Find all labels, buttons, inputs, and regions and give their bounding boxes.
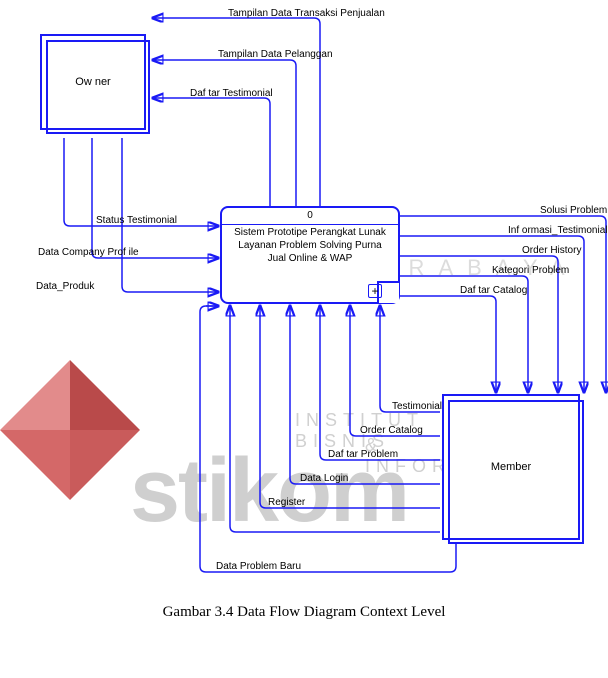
- expand-icon: +: [368, 284, 382, 298]
- flow-label: Daf tar Testimonial: [190, 88, 273, 99]
- flow-label: Kategori Problem: [492, 265, 569, 276]
- flow-label: Order History: [522, 245, 581, 256]
- flow-label: Data Problem Baru: [216, 561, 301, 572]
- flow-label: Status Testimonial: [96, 215, 177, 226]
- flow-label: Solusi Problem: [540, 205, 607, 216]
- flow-label: Data Company Prof ile: [38, 247, 139, 258]
- flow-label: Order Catalog: [360, 425, 423, 436]
- flow-label: Data_Produk: [36, 281, 94, 292]
- process-body: Sistem Prototipe Perangkat Lunak Layanan…: [230, 226, 390, 265]
- flow-label: Register: [268, 497, 305, 508]
- flow-label: Data Login: [300, 473, 348, 484]
- process-0: 0 Sistem Prototipe Perangkat Lunak Layan…: [220, 206, 400, 304]
- flow-label: Daf tar Catalog: [460, 285, 527, 296]
- process-id: 0: [307, 210, 313, 221]
- dfd-diagram: Ow ner Member 0 Sistem Prototipe Perangk…: [0, 0, 608, 678]
- flow-label: Inf ormasi_Testimonial: [508, 225, 607, 236]
- flow-label: Tampilan Data Pelanggan: [218, 49, 333, 60]
- flow-label: Testimonial: [392, 401, 442, 412]
- flow-label: Daf tar Problem: [328, 449, 398, 460]
- entity-owner: Ow ner: [40, 34, 146, 130]
- flow-label: Tampilan Data Transaksi Penjualan: [228, 8, 385, 19]
- entity-member: Member: [442, 394, 580, 540]
- figure-caption: Gambar 3.4 Data Flow Diagram Context Lev…: [0, 604, 608, 621]
